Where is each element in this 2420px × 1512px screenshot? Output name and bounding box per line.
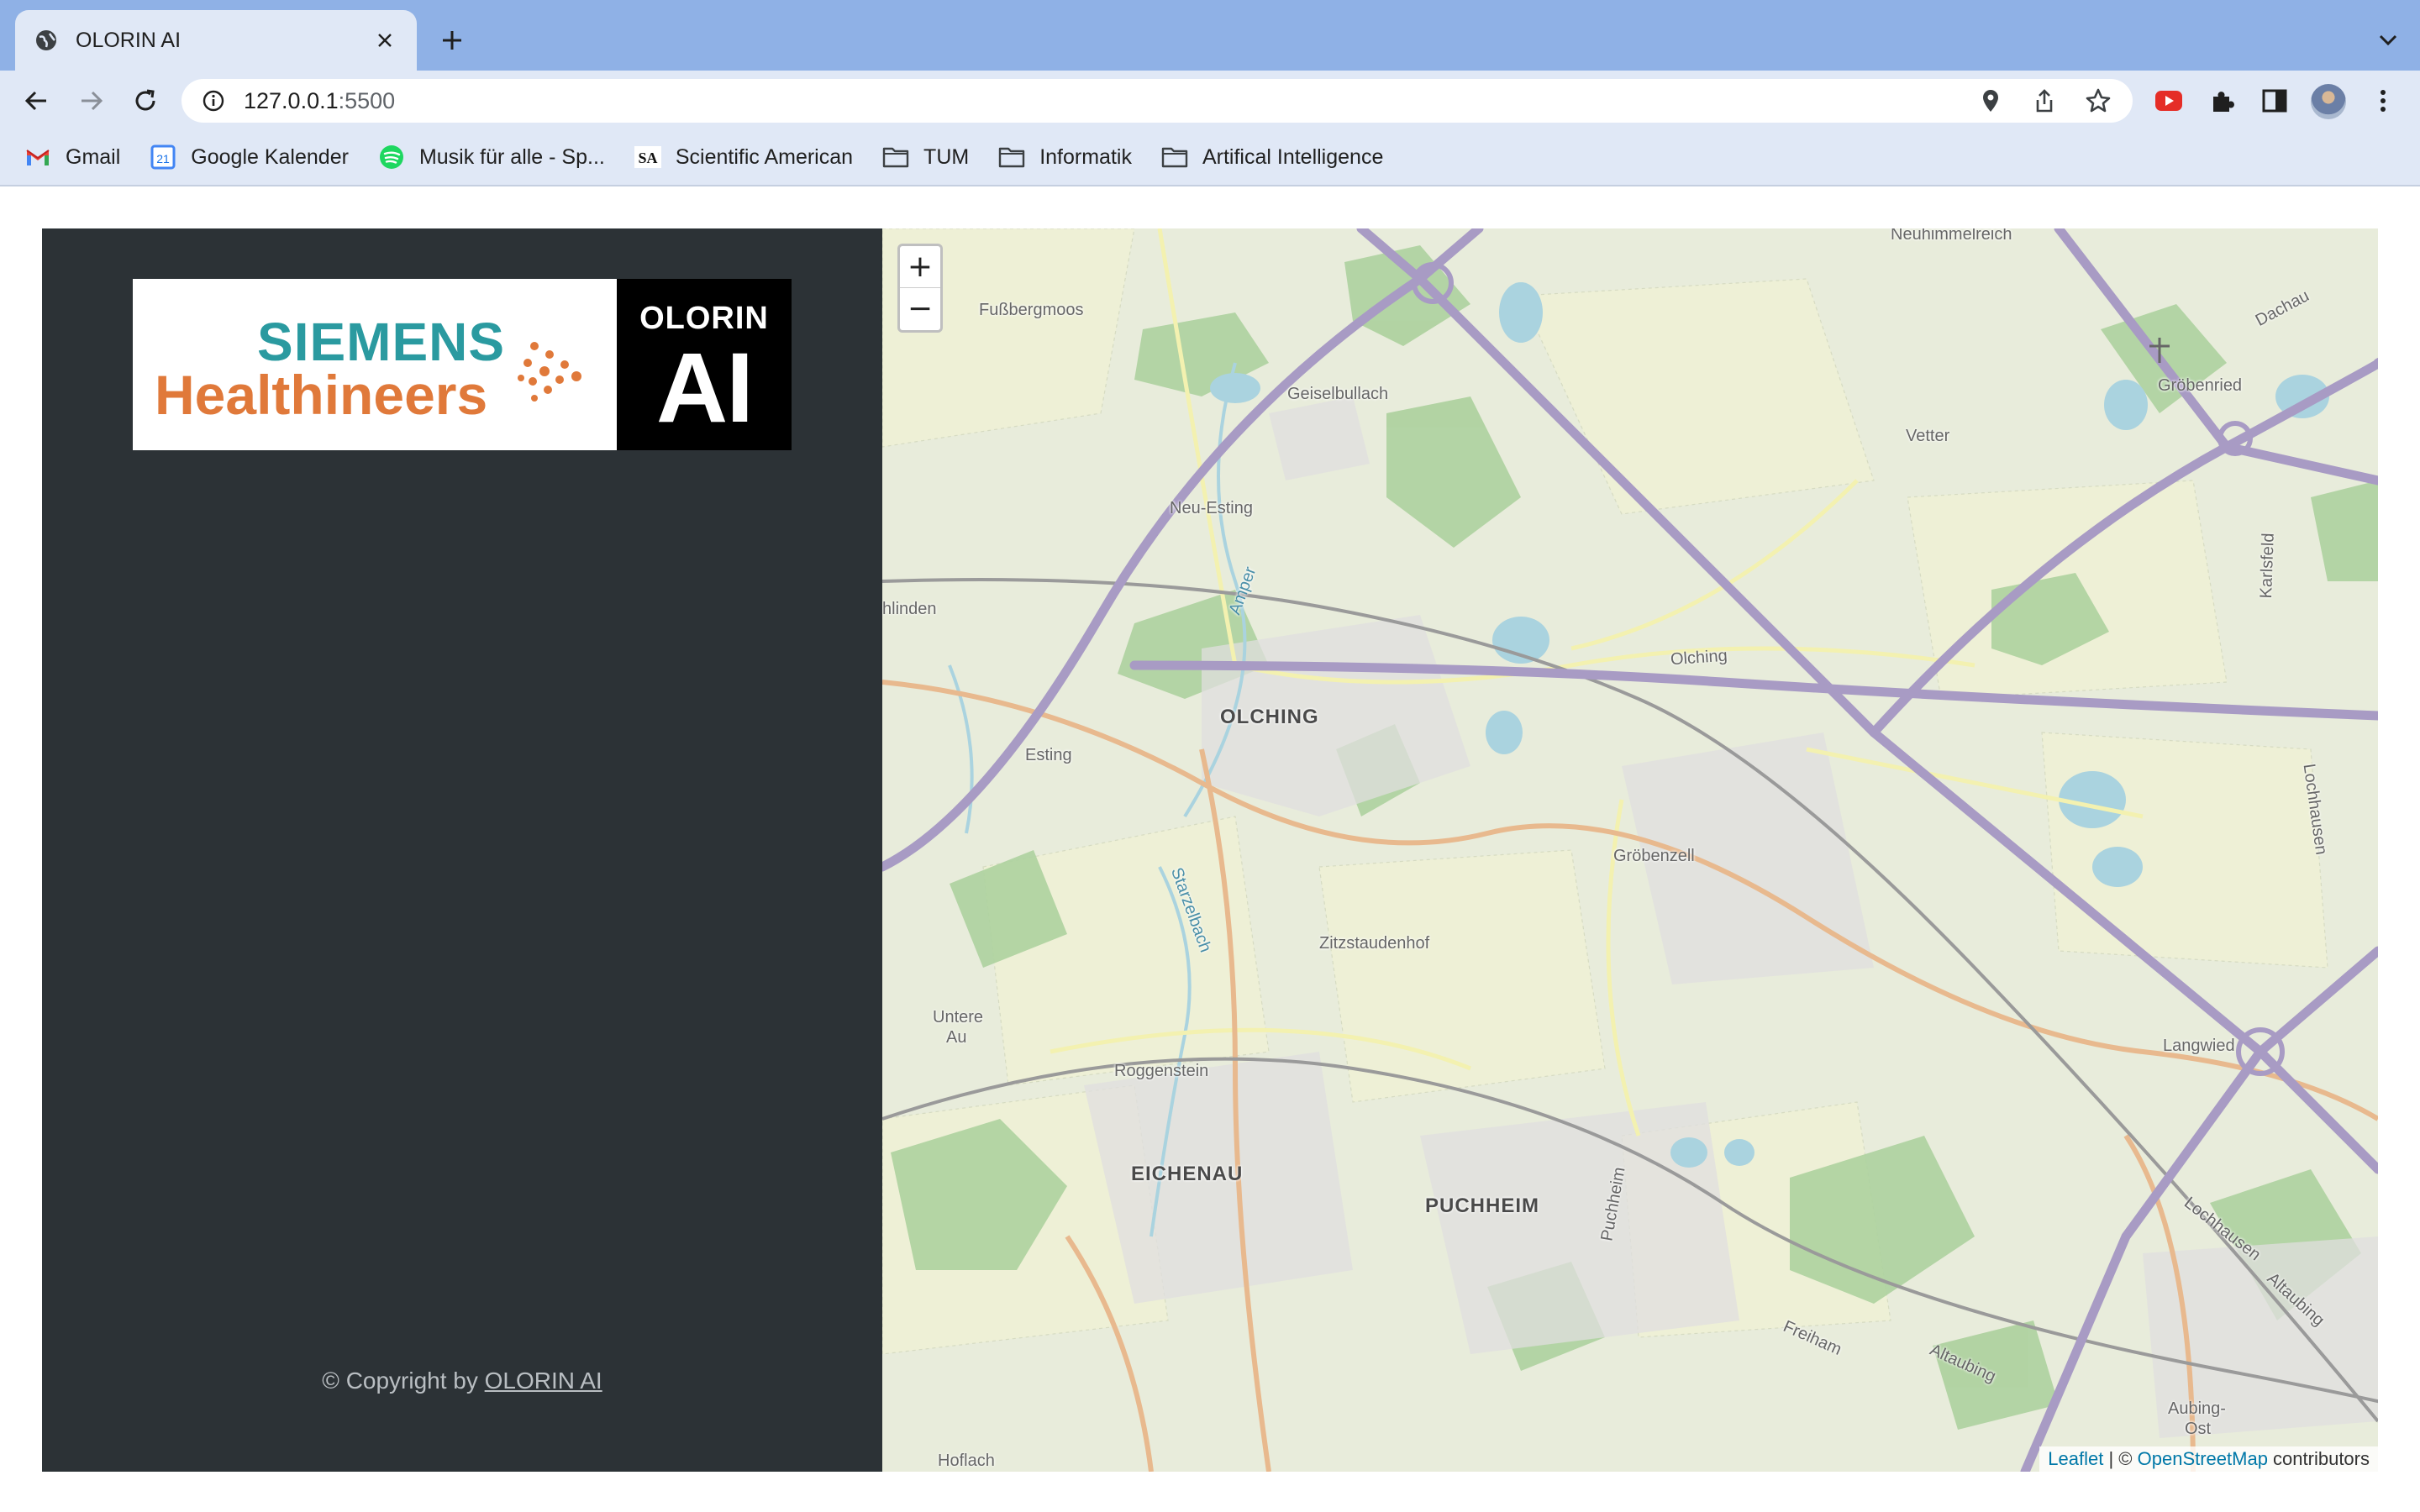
bookmarks-bar: Gmail 21 Google Kalender Musik für alle … (0, 129, 2420, 186)
map-label: Geiselbullach (1287, 385, 1389, 403)
location-pin-icon[interactable] (1976, 87, 2005, 115)
healthineers-dots-icon (518, 342, 581, 402)
bookmark-star-icon[interactable] (2084, 87, 2112, 115)
back-icon[interactable] (20, 85, 52, 117)
map-label: Gröbenzell (1613, 847, 1695, 865)
map-label: Neuhimmelreich (1891, 228, 2012, 244)
profile-avatar[interactable] (2311, 84, 2346, 119)
globe-icon (34, 28, 59, 53)
openstreetmap-link[interactable]: OpenStreetMap (2138, 1448, 2268, 1469)
browser-menu-icon[interactable] (2367, 85, 2399, 117)
address-bar[interactable]: 127.0.0.1:5500 (182, 79, 2133, 123)
map-label: Untere (933, 1008, 984, 1026)
share-icon[interactable] (2030, 87, 2059, 115)
tab-search-chevron-icon[interactable] (2375, 27, 2402, 54)
map-label: Hoflach (938, 1452, 995, 1470)
zoom-out-button[interactable]: − (900, 288, 940, 330)
sa-icon: SA (634, 144, 662, 170)
map-label: EICHENAU (1131, 1163, 1244, 1185)
sidebar: SIEMENS Healthineers OLORIN AI © Copyrig… (42, 228, 882, 1472)
map-label: Neu-Esting (1170, 499, 1253, 517)
bookmark-google-kalender[interactable]: 21 Google Kalender (149, 144, 349, 170)
map-label: Esting (1025, 746, 1072, 764)
url-text[interactable]: 127.0.0.1:5500 (244, 88, 1976, 114)
page-content: SIEMENS Healthineers OLORIN AI © Copyrig… (0, 186, 2420, 1512)
siemens-healthineers-logo: SIEMENS Healthineers (133, 279, 617, 450)
siemens-olorin-logo: SIEMENS Healthineers OLORIN AI (133, 279, 792, 450)
map-label: Vetter (1906, 427, 1950, 445)
bookmark-spotify[interactable]: Musik für alle - Sp... (377, 144, 605, 170)
tab-title: OLORIN AI (76, 28, 182, 52)
site-info-icon[interactable] (202, 89, 225, 113)
map-label: Ost (2185, 1420, 2212, 1438)
bookmark-scientific-american[interactable]: SA Scientific American (634, 144, 853, 170)
reload-icon[interactable] (129, 85, 161, 117)
map-label: hlinden (882, 600, 937, 618)
logo-ai-text: AI (656, 333, 754, 444)
svg-text:21: 21 (157, 152, 171, 165)
extensions-puzzle-icon[interactable] (2207, 85, 2238, 117)
forward-icon[interactable] (76, 85, 108, 117)
copyright-link[interactable]: OLORIN AI (485, 1368, 602, 1394)
map-label: Langwied (2163, 1037, 2235, 1055)
map-label: Olching (1670, 646, 1728, 669)
map-label: Roggenstein (1114, 1062, 1209, 1080)
side-panel-icon[interactable] (2259, 85, 2291, 117)
tab-close-icon[interactable] (370, 25, 400, 55)
folder-icon (881, 144, 910, 170)
map-label: Zitzstaudenhof (1319, 934, 1430, 953)
bookmark-folder-tum[interactable]: TUM (881, 144, 969, 170)
gmail-icon (24, 144, 52, 170)
spotify-icon (377, 144, 406, 170)
tab-strip: OLORIN AI (0, 0, 2420, 71)
bookmark-folder-artifical-intelligence[interactable]: Artifical Intelligence (1160, 144, 1383, 170)
map-label: Aubing- (2168, 1399, 2226, 1418)
map-zoom-control: + − (897, 244, 943, 333)
new-tab-icon[interactable] (435, 24, 469, 57)
folder-icon (997, 144, 1026, 170)
youtube-extension-icon[interactable] (2153, 85, 2185, 117)
browser-tab[interactable]: OLORIN AI (15, 10, 417, 71)
map-label: PUCHHEIM (1425, 1194, 1540, 1217)
map-label: Fußbergmoos (979, 301, 1084, 319)
map-view[interactable]: Neuhimmelreich Fußbergmoos Dachau Geisel… (882, 228, 2378, 1472)
svg-text:SA: SA (638, 150, 657, 166)
bookmark-gmail[interactable]: Gmail (24, 144, 120, 170)
zoom-in-button[interactable]: + (900, 246, 940, 288)
copyright-footer: © Copyright by OLORIN AI (322, 1368, 602, 1394)
map-label: Karlsfeld (2257, 533, 2278, 599)
map-attribution: Leaflet | © OpenStreetMap contributors (2039, 1446, 2378, 1472)
folder-icon (1160, 144, 1189, 170)
leaflet-link[interactable]: Leaflet (2048, 1448, 2103, 1469)
olorin-ai-logo: OLORIN AI (617, 279, 792, 450)
calendar-icon: 21 (149, 144, 177, 170)
map-label: Gröbenried (2158, 376, 2243, 395)
logo-healthineers-text: Healthineers (155, 364, 488, 426)
map-label: OLCHING (1220, 706, 1319, 728)
map-label: Au (946, 1028, 967, 1047)
bookmark-folder-informatik[interactable]: Informatik (997, 144, 1132, 170)
